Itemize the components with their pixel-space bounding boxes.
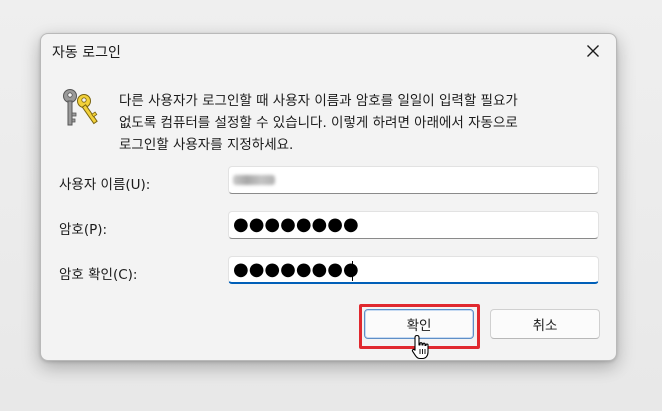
- hand-pointer-icon: [411, 334, 429, 360]
- description-line: 다른 사용자가 로그인할 때 사용자 이름과 암호를 일일이 입력할 필요가: [119, 93, 518, 109]
- description-line: 없도록 컴퓨터를 설정할 수 있습니다. 이렇게 하려면 아래에서 자동으로: [119, 115, 518, 131]
- password-input[interactable]: ●●●●●●●●: [228, 211, 599, 239]
- auto-login-dialog: 자동 로그인 다른 사용자가 로그인할 때 사용자 이름과 암호를 일일이 입력…: [40, 33, 617, 361]
- dialog-title: 자동 로그인: [52, 45, 121, 61]
- redacted-username: [233, 175, 275, 185]
- confirm-password-label: 암호 확인(C):: [59, 267, 138, 283]
- confirm-password-mask: ●●●●●●●●: [233, 259, 359, 280]
- confirm-password-input[interactable]: ●●●●●●●●: [228, 256, 599, 284]
- title-bar: 자동 로그인: [41, 34, 616, 68]
- description-text: 다른 사용자가 로그인할 때 사용자 이름과 암호를 일일이 입력할 필요가 없…: [119, 90, 609, 156]
- text-caret: [352, 261, 353, 281]
- keys-icon: [63, 89, 98, 126]
- password-label: 암호(P):: [59, 222, 108, 238]
- close-icon: [587, 45, 599, 57]
- description-line: 로그인할 사용자를 지정하세요.: [119, 137, 294, 153]
- desktop-background: 자동 로그인 다른 사용자가 로그인할 때 사용자 이름과 암호를 일일이 입력…: [0, 0, 662, 411]
- cancel-button[interactable]: 취소: [490, 309, 600, 339]
- username-input[interactable]: [228, 166, 599, 194]
- username-label: 사용자 이름(U):: [59, 177, 151, 193]
- password-mask: ●●●●●●●●: [233, 214, 359, 235]
- close-button[interactable]: [570, 34, 616, 68]
